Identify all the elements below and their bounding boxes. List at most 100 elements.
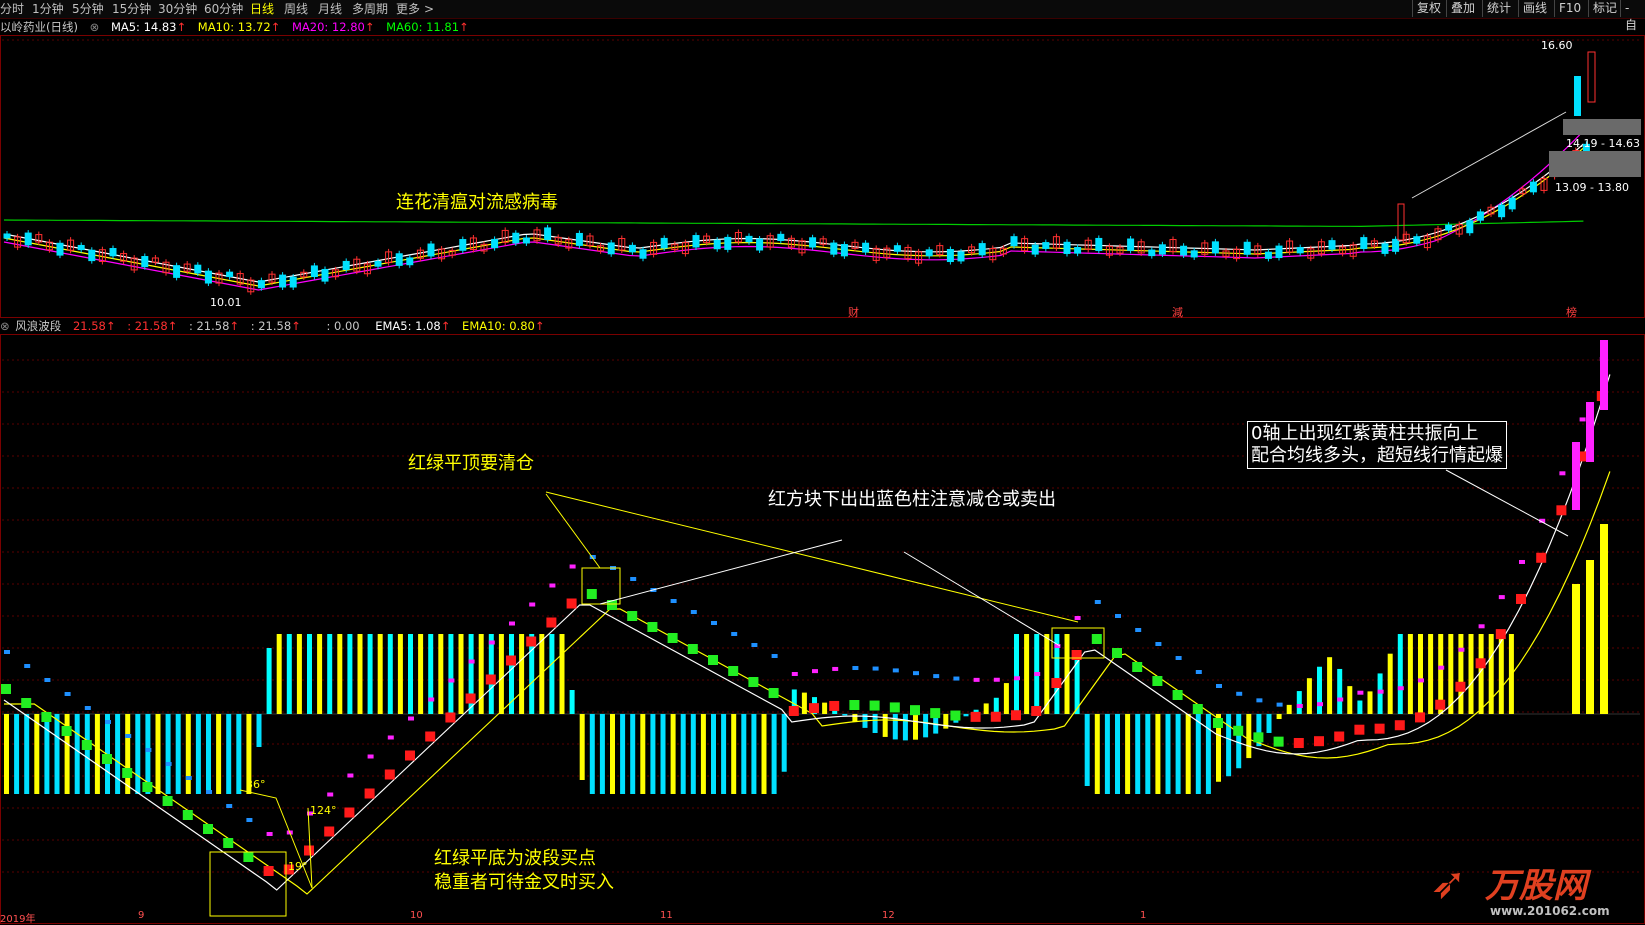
histogram-bar	[488, 634, 494, 714]
histogram-bar	[670, 714, 676, 794]
histogram-bar	[913, 714, 918, 740]
wave-dash	[1276, 702, 1283, 707]
wave-block	[41, 712, 52, 722]
angle-19-label: 19°	[288, 860, 308, 873]
histogram-bar	[236, 714, 242, 794]
histogram-bar	[14, 714, 20, 794]
wave-block	[344, 807, 355, 818]
histogram-bar	[1357, 700, 1363, 714]
histogram-bar	[610, 714, 615, 794]
wave-block	[465, 693, 476, 704]
wave-dash	[1155, 642, 1162, 646]
candle-body	[1158, 244, 1166, 255]
histogram-bar	[296, 634, 302, 714]
histogram-bar	[721, 714, 727, 794]
wave-dash	[165, 762, 172, 766]
wave-block	[102, 754, 112, 764]
candle-body	[1095, 237, 1103, 251]
candle-body	[109, 248, 117, 257]
zone-upper-label: 14.19 - 14.63	[1566, 137, 1640, 150]
candle-body	[1074, 247, 1082, 254]
wave-block	[889, 702, 900, 713]
resonance-note: 0轴上出现红紫黄柱共振向上 配合均线多头，超短线行情起爆	[1247, 421, 1507, 469]
histogram-bar	[185, 714, 191, 794]
wave-dash	[1559, 471, 1566, 476]
wave-block	[990, 711, 1001, 722]
wave-block	[182, 810, 193, 820]
support-zone	[1549, 151, 1641, 177]
histogram-bar	[1205, 714, 1211, 794]
histogram-bar	[195, 714, 201, 794]
x-axis-label-0: 2019年	[0, 914, 36, 925]
histogram-bar	[1347, 686, 1353, 714]
wave-dash	[569, 564, 576, 569]
candle-body	[1296, 247, 1304, 254]
histogram-bar	[1145, 714, 1151, 794]
histogram-bar	[983, 703, 989, 714]
histogram-bar	[206, 714, 211, 794]
candle-body	[1042, 242, 1050, 249]
wave-block	[526, 636, 537, 647]
wave-block	[768, 688, 779, 698]
candle-body	[1328, 240, 1336, 250]
histogram-bar	[428, 634, 434, 714]
histogram-bar	[1367, 691, 1373, 714]
histogram-bar	[387, 634, 393, 714]
wave-block	[384, 769, 395, 780]
candle-body	[1148, 249, 1156, 257]
histogram-bar	[1377, 673, 1383, 714]
zone-lower-label: 13.09 - 13.80	[1555, 181, 1629, 194]
histogram-bar	[1337, 668, 1343, 714]
event-marker-finance[interactable]: 财	[848, 304, 859, 320]
wave-dash	[1579, 417, 1586, 422]
breakout-bar	[1600, 524, 1608, 714]
candle-body	[226, 271, 234, 278]
watermark-logo-icon: ➶	[1430, 858, 1467, 909]
wave-dash	[1418, 678, 1424, 683]
candle-body	[427, 243, 435, 257]
candle-body	[194, 264, 202, 274]
histogram-bar	[74, 714, 80, 794]
wave-block	[849, 700, 860, 711]
wave-block	[223, 838, 234, 848]
wave-dash	[4, 650, 10, 654]
histogram-bar	[438, 634, 444, 714]
wave-dash	[832, 666, 839, 671]
candle-body	[406, 257, 414, 266]
wave-block	[506, 655, 516, 666]
wave-block	[1394, 720, 1405, 731]
wave-block	[324, 826, 335, 837]
wave-dash	[711, 621, 717, 625]
histogram-bar	[630, 714, 636, 794]
resonance-note-line-1: 0轴上出现红紫黄柱共振向上	[1251, 423, 1479, 444]
histogram-bar	[226, 714, 232, 794]
histogram-bar	[902, 714, 908, 741]
histogram-bar	[337, 634, 343, 714]
wave-dash	[327, 792, 334, 797]
histogram-bar	[1104, 714, 1110, 794]
wave-block	[1233, 725, 1244, 736]
histogram-bar	[963, 714, 969, 717]
wave-block	[304, 845, 314, 856]
histogram-bar	[842, 714, 848, 716]
histogram-bar	[1498, 634, 1504, 714]
candle-body	[1243, 241, 1251, 255]
candle-body	[692, 235, 700, 248]
histogram-bar	[347, 634, 353, 714]
histogram-bar	[165, 714, 171, 794]
histogram-bar	[34, 714, 40, 794]
histogram-bar	[357, 634, 363, 714]
histogram-bar	[4, 714, 9, 794]
wave-dash	[1256, 698, 1263, 703]
histogram-bar	[660, 714, 666, 794]
breakout-bar	[1600, 340, 1608, 410]
wave-dash	[791, 672, 798, 676]
ema10-line	[4, 471, 1611, 895]
event-marker-list[interactable]: 榜	[1566, 304, 1577, 320]
candle-body	[1574, 76, 1581, 116]
histogram-bar	[1084, 714, 1090, 786]
event-marker-reduce[interactable]: 減	[1172, 304, 1183, 320]
wave-dash	[892, 668, 899, 673]
candle-body	[77, 244, 85, 251]
histogram-bar	[448, 634, 454, 714]
